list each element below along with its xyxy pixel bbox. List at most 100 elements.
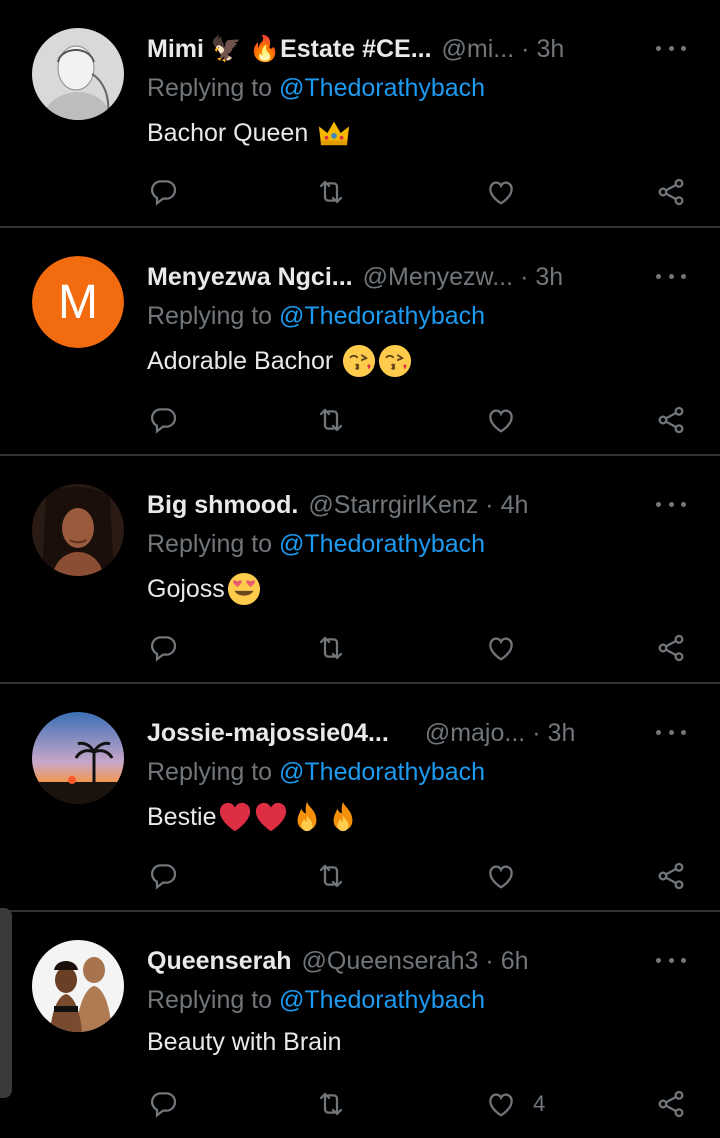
red-heart-emoji (218, 800, 252, 834)
replying-to-line: Replying to @Thedorathybach (147, 302, 485, 331)
more-options-icon[interactable] (656, 502, 686, 508)
replying-to-label: Replying to (147, 74, 280, 102)
more-options-icon[interactable] (656, 730, 686, 736)
separator-dot: · (520, 262, 529, 291)
tweet-text: Bestie (147, 800, 360, 834)
timestamp[interactable]: 3h (535, 263, 563, 292)
timestamp[interactable]: 3h (536, 35, 564, 64)
display-name[interactable]: Queenserah (147, 947, 292, 976)
replying-to-line: Replying to @Thedorathybach (147, 986, 485, 1015)
retweet-icon (315, 176, 347, 208)
retweet-button[interactable] (315, 1086, 347, 1122)
avatar-image (32, 28, 124, 120)
mention-link[interactable]: @Thedorathybach (279, 530, 485, 558)
share-button[interactable] (655, 402, 687, 438)
like-button[interactable] (485, 174, 533, 210)
side-pull-tab[interactable] (0, 908, 12, 1098)
more-options-icon[interactable] (656, 958, 686, 964)
avatar[interactable]: M (32, 256, 124, 348)
like-icon (485, 860, 517, 892)
user-handle[interactable]: @majo... (425, 719, 525, 748)
separator-dot: · (485, 946, 494, 975)
retweet-icon (315, 860, 347, 892)
kissing-face-emoji (342, 344, 376, 378)
avatar-image (32, 712, 124, 804)
retweet-button[interactable] (315, 174, 347, 210)
display-name[interactable]: Mimi 🦅 🔥Estate #CE... (147, 35, 432, 64)
more-options-icon[interactable] (656, 274, 686, 280)
reply-button[interactable] (147, 1086, 179, 1122)
retweet-button[interactable] (315, 630, 347, 666)
share-icon (655, 404, 687, 436)
tweet-actions (147, 630, 687, 666)
mention-link[interactable]: @Thedorathybach (279, 986, 485, 1014)
separator-dot: · (521, 34, 530, 63)
like-icon (485, 632, 517, 664)
share-button[interactable] (655, 858, 687, 894)
tweet-body: Gojoss (147, 574, 225, 603)
mention-link[interactable]: @Thedorathybach (279, 302, 485, 330)
more-options-icon[interactable] (656, 46, 686, 52)
user-handle[interactable]: @StarrgirlKenz (308, 491, 478, 520)
retweet-icon (315, 632, 347, 664)
share-icon (655, 632, 687, 664)
timestamp[interactable]: 3h (548, 719, 576, 748)
replying-to-line: Replying to @Thedorathybach (147, 74, 485, 103)
share-icon (655, 860, 687, 892)
reply-icon (147, 632, 179, 664)
tweet-card[interactable]: Queenserah @Queenserah3 · 6h Replying to… (0, 912, 720, 1138)
mention-link[interactable]: @Thedorathybach (279, 74, 485, 102)
like-icon (485, 176, 517, 208)
tweet-header: Jossie-majossie04... @majo... · 3h (147, 716, 688, 750)
reply-icon (147, 176, 179, 208)
share-icon (655, 1088, 687, 1120)
share-button[interactable] (655, 1086, 687, 1122)
share-button[interactable] (655, 174, 687, 210)
user-handle[interactable]: @mi... (442, 35, 515, 64)
retweet-button[interactable] (315, 402, 347, 438)
fire-emoji (290, 800, 324, 834)
avatar[interactable] (32, 28, 124, 120)
tweet-card[interactable]: Jossie-majossie04... @majo... · 3h Reply… (0, 684, 720, 912)
tweet-card[interactable]: Mimi 🦅 🔥Estate #CE... @mi... · 3h Replyi… (0, 0, 720, 228)
timestamp[interactable]: 6h (501, 947, 529, 976)
like-button[interactable]: 4 (485, 1086, 545, 1122)
like-icon (485, 404, 517, 436)
display-name[interactable]: Menyezwa Ngci... (147, 263, 353, 292)
heart-eyes-emoji (227, 572, 261, 606)
reply-icon (147, 1088, 179, 1120)
retweet-button[interactable] (315, 858, 347, 894)
avatar[interactable] (32, 712, 124, 804)
tweet-text: Adorable Bachor (147, 344, 412, 378)
user-handle[interactable]: @Menyezw... (363, 263, 513, 292)
like-button[interactable] (485, 630, 533, 666)
user-handle[interactable]: @Queenserah3 (302, 947, 479, 976)
kissing-face-emoji (378, 344, 412, 378)
retweet-icon (315, 1088, 347, 1120)
like-button[interactable] (485, 858, 533, 894)
display-name[interactable]: Big shmood. (147, 491, 298, 520)
reply-icon (147, 404, 179, 436)
avatar[interactable] (32, 484, 124, 576)
tweet-card[interactable]: Big shmood. @StarrgirlKenz · 4h Replying… (0, 456, 720, 684)
avatar[interactable] (32, 940, 124, 1032)
tweet-header: Menyezwa Ngci... @Menyezw... · 3h (147, 260, 688, 294)
reply-button[interactable] (147, 174, 179, 210)
share-button[interactable] (655, 630, 687, 666)
reply-button[interactable] (147, 858, 179, 894)
red-heart-emoji (254, 800, 288, 834)
mention-link[interactable]: @Thedorathybach (279, 758, 485, 786)
share-icon (655, 176, 687, 208)
like-button[interactable] (485, 402, 533, 438)
like-icon (485, 1088, 517, 1120)
reply-button[interactable] (147, 402, 179, 438)
tweet-card[interactable]: M Menyezwa Ngci... @Menyezw... · 3h Repl… (0, 228, 720, 456)
display-name[interactable]: Jossie-majossie04... (147, 719, 389, 748)
timestamp[interactable]: 4h (501, 491, 529, 520)
reply-button[interactable] (147, 630, 179, 666)
replying-to-label: Replying to (147, 758, 280, 786)
avatar-letter: M (32, 256, 124, 348)
tweet-text: Gojoss (147, 572, 261, 606)
tweet-body: Bachor Queen (147, 118, 309, 147)
tweet-header: Queenserah @Queenserah3 · 6h (147, 944, 688, 978)
